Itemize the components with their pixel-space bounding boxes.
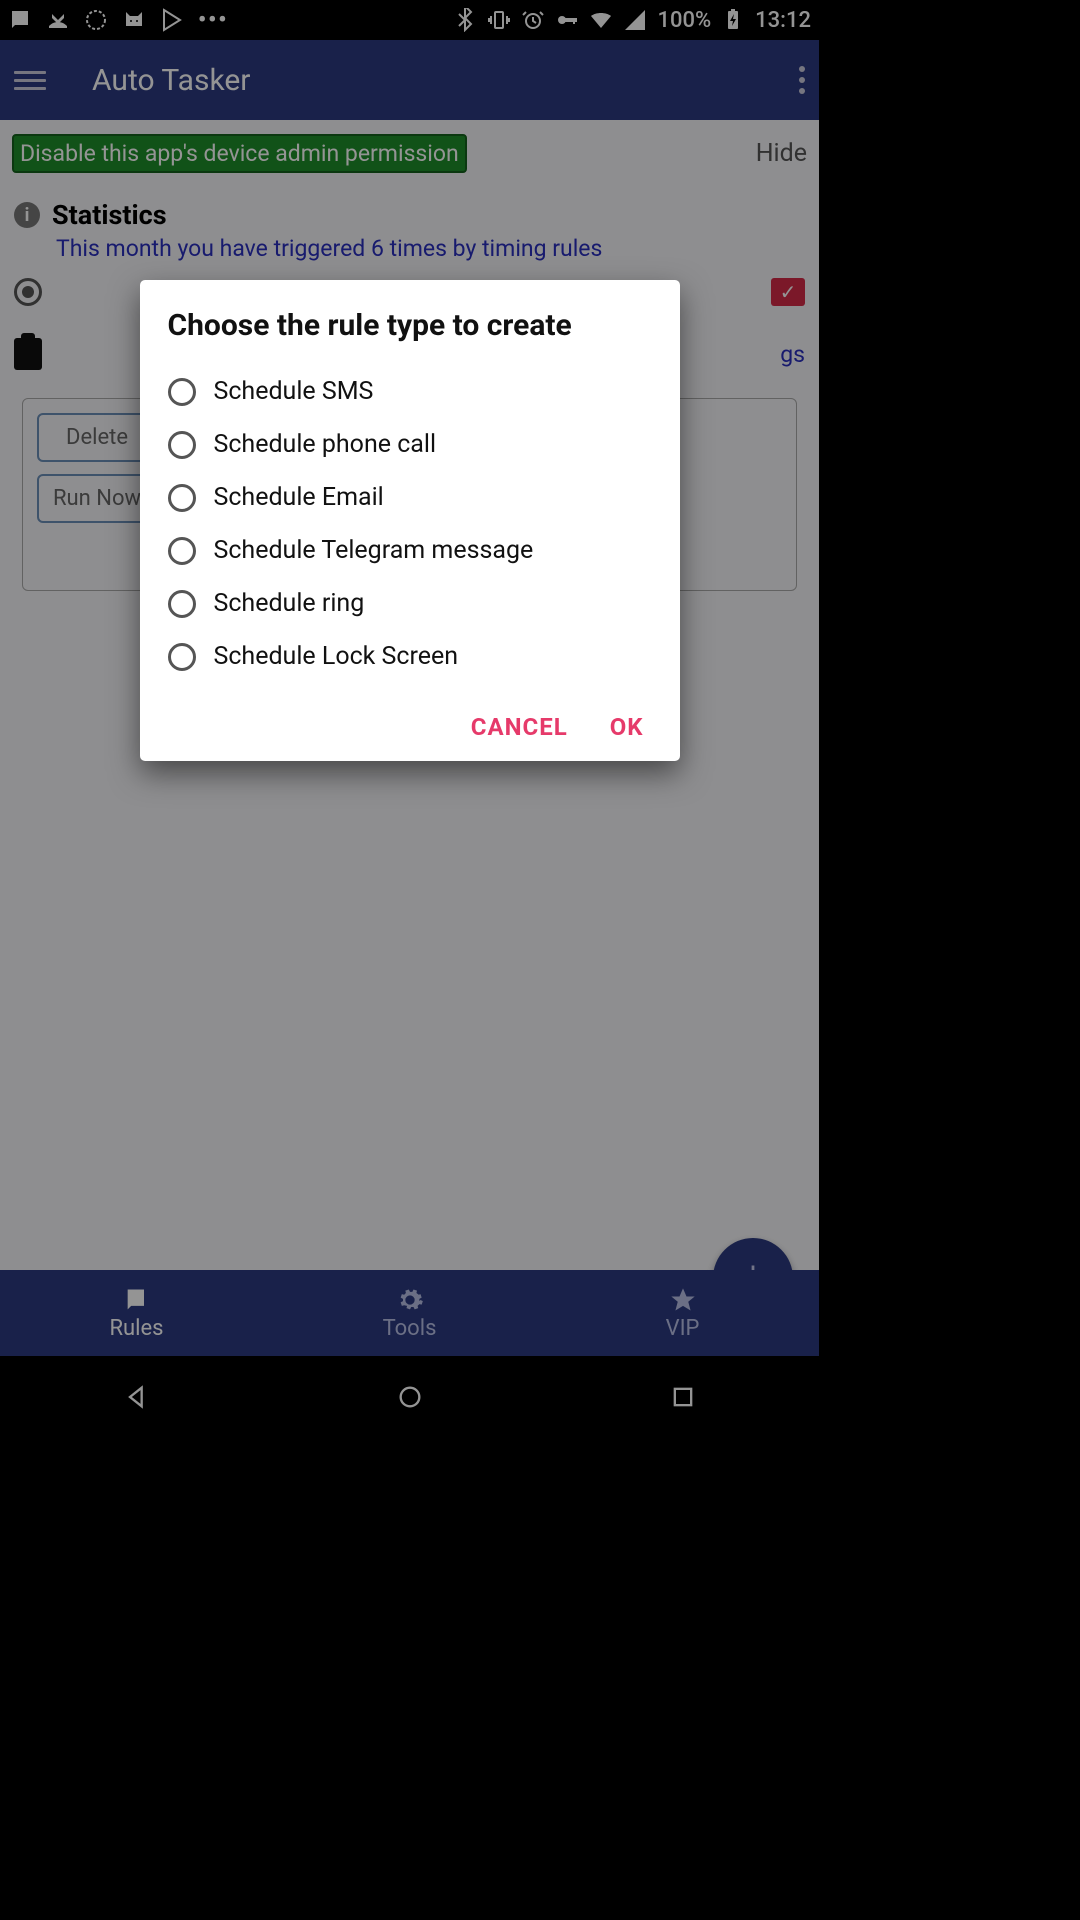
option-label: Schedule Telegram message [214, 536, 534, 565]
radio-icon [168, 378, 196, 406]
radio-icon [168, 590, 196, 618]
option-schedule-ring[interactable]: Schedule ring [168, 577, 652, 630]
ok-button[interactable]: OK [610, 713, 644, 741]
option-label: Schedule phone call [214, 430, 437, 459]
option-schedule-telegram[interactable]: Schedule Telegram message [168, 524, 652, 577]
dialog-title: Choose the rule type to create [168, 308, 652, 343]
cancel-button[interactable]: CANCEL [471, 713, 568, 741]
radio-icon [168, 431, 196, 459]
rule-type-dialog: Choose the rule type to create Schedule … [140, 280, 680, 761]
option-schedule-sms[interactable]: Schedule SMS [168, 365, 652, 418]
option-schedule-lock-screen[interactable]: Schedule Lock Screen [168, 630, 652, 683]
radio-icon [168, 537, 196, 565]
radio-icon [168, 643, 196, 671]
option-schedule-phone-call[interactable]: Schedule phone call [168, 418, 652, 471]
option-label: Schedule Email [214, 483, 384, 512]
option-schedule-email[interactable]: Schedule Email [168, 471, 652, 524]
option-label: Schedule Lock Screen [214, 642, 459, 671]
option-label: Schedule ring [214, 589, 365, 618]
radio-icon [168, 484, 196, 512]
option-label: Schedule SMS [214, 377, 374, 406]
